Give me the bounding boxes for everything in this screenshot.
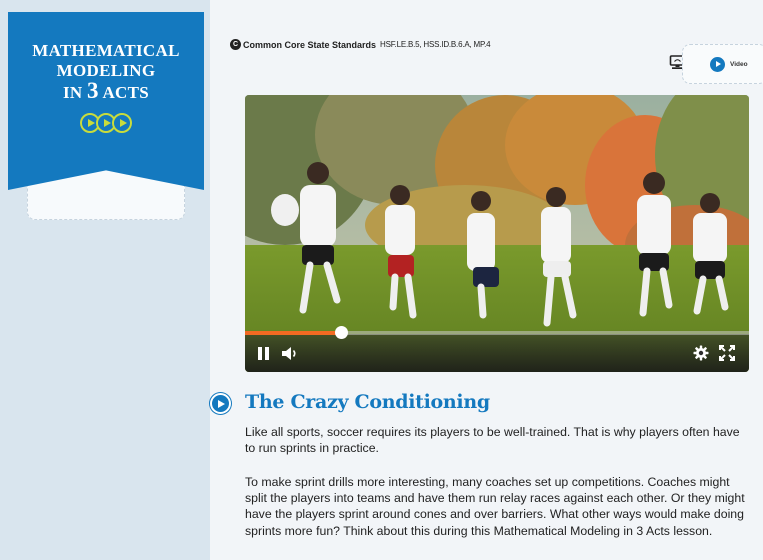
fullscreen-icon[interactable]: [719, 345, 735, 361]
volume-icon[interactable]: [281, 346, 299, 361]
progress-bar[interactable]: [245, 331, 749, 335]
pause-icon[interactable]: [258, 347, 270, 360]
video-label: Video: [730, 60, 748, 68]
section-title: The Crazy Conditioning: [245, 391, 490, 413]
banner-line-1: MATHEMATICAL: [32, 41, 180, 60]
progress-handle[interactable]: [334, 326, 348, 339]
paragraph-intro: Like all sports, soccer requires its pla…: [245, 425, 740, 456]
banner-line-3: IN 3 ACTS: [62, 78, 150, 103]
standards-codes: HSF.LE.B.5, HSS.ID.B.6.A, MP.4: [380, 40, 491, 49]
common-core-icon: C: [230, 39, 241, 50]
player-controls: [245, 334, 749, 372]
standards-title: Common Core State Standards: [243, 39, 377, 50]
three-acts-icon: [8, 113, 204, 133]
progress-fill: [245, 331, 341, 335]
paragraph-body: To make sprint drills more interesting, …: [245, 475, 745, 538]
play-circle-icon: [710, 56, 725, 72]
section-video-icon[interactable]: [210, 393, 231, 414]
video-player[interactable]: [245, 95, 749, 372]
modeling-banner: MATHEMATICAL MODELING IN 3 ACTS: [8, 12, 204, 190]
standards-line: C Common Core State Standards HSF.LE.B.5…: [230, 39, 491, 50]
video-link[interactable]: Video: [682, 44, 763, 84]
gear-icon[interactable]: [693, 345, 709, 361]
act-3-play-icon: [112, 113, 132, 133]
banner-line-2: MODELING: [56, 61, 156, 80]
